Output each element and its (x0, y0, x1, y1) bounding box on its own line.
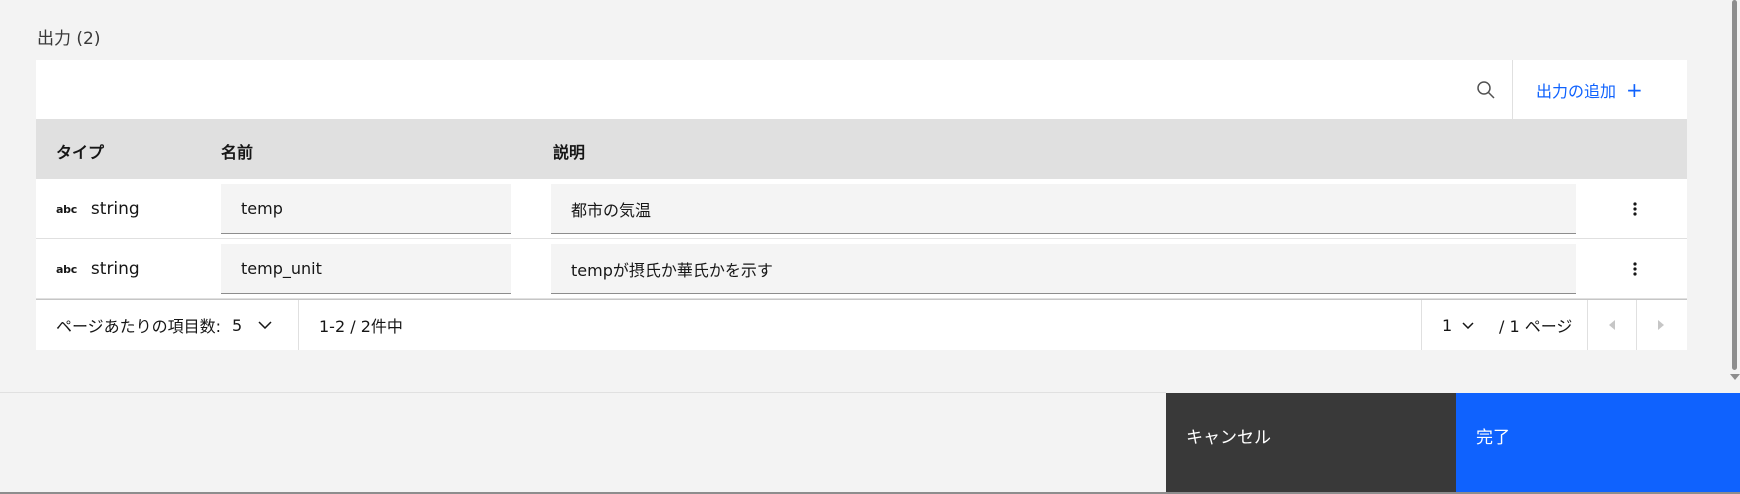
outputs-table: 出力の追加 + タイプ 名前 説明 abc string abc string (36, 60, 1687, 350)
pager-divider (298, 300, 299, 350)
table-toolbar: 出力の追加 + (36, 60, 1687, 119)
type-label: string (90, 259, 140, 279)
add-output-label: 出力の追加 (1536, 81, 1617, 101)
items-per-page-value: 5 (232, 315, 243, 335)
header-name: 名前 (221, 143, 254, 162)
caret-right-icon (1658, 320, 1664, 330)
add-output-button[interactable]: 出力の追加 + (1513, 60, 1687, 119)
header-type: タイプ (56, 143, 105, 162)
plus-icon: + (1626, 77, 1643, 102)
chevron-down-icon (1462, 321, 1474, 329)
header-description: 説明 (553, 143, 586, 162)
chevron-down-icon (258, 321, 272, 329)
cancel-button[interactable]: キャンセル (1166, 393, 1456, 494)
table-row: abc string (36, 179, 1687, 239)
overflow-menu-icon (1633, 262, 1637, 276)
total-pages-text: / 1 ページ (1499, 317, 1573, 336)
pager-divider (1421, 300, 1422, 350)
name-field[interactable] (221, 184, 511, 234)
table-header: タイプ 名前 説明 (36, 119, 1687, 179)
caret-left-icon (1609, 320, 1615, 330)
type-label: string (90, 199, 140, 219)
section-title: 出力 (2) (37, 29, 101, 49)
next-page-button[interactable] (1637, 300, 1685, 350)
type-cell: abc string (56, 179, 140, 239)
done-button[interactable]: 完了 (1456, 393, 1740, 494)
row-overflow-menu-button[interactable] (1621, 195, 1649, 223)
page-select[interactable]: 1 (1442, 300, 1474, 350)
items-per-page-label: ページあたりの項目数: (56, 317, 222, 336)
current-page-value: 1 (1442, 315, 1453, 335)
prev-page-button[interactable] (1588, 300, 1636, 350)
scrollbar-thumb[interactable] (1732, 0, 1737, 370)
scroll-down-arrow-icon[interactable] (1730, 374, 1740, 380)
description-field[interactable] (551, 244, 1576, 294)
items-per-page-select[interactable]: 5 (232, 300, 272, 350)
overflow-menu-icon (1633, 202, 1637, 216)
string-type-icon: abc (56, 202, 77, 216)
search-button[interactable] (1458, 60, 1514, 119)
row-overflow-menu-button[interactable] (1621, 255, 1649, 283)
vertical-scrollbar[interactable] (1729, 0, 1740, 380)
footer-spacer (0, 393, 1166, 494)
range-text: 1-2 / 2件中 (319, 317, 403, 336)
type-cell: abc string (56, 239, 140, 299)
description-field[interactable] (551, 184, 1576, 234)
pagination-bar: ページあたりの項目数: 5 1-2 / 2件中 1 / 1 ページ (36, 299, 1687, 350)
search-icon (1477, 80, 1495, 99)
name-field[interactable] (221, 244, 511, 294)
table-row: abc string (36, 239, 1687, 299)
string-type-icon: abc (56, 262, 77, 276)
